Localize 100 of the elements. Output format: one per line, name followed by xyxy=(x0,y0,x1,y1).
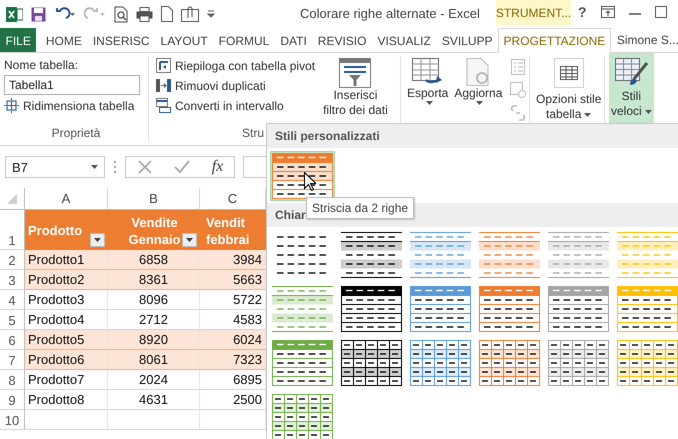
ribbon-tab[interactable]: SVILUPP xyxy=(436,28,498,52)
table-style-thumbnail[interactable] xyxy=(477,284,542,334)
check-icon xyxy=(174,159,190,175)
table-style-options-button[interactable]: Opzioni stile tabella xyxy=(534,56,604,122)
table-style-thumbnail[interactable] xyxy=(339,284,404,334)
attachment-icon[interactable] xyxy=(181,6,199,22)
ribbon-tab[interactable]: PROGETTAZIONE xyxy=(498,28,611,53)
caret-icon xyxy=(426,101,433,105)
ribbon-display-icon[interactable] xyxy=(600,6,615,18)
caret-icon xyxy=(644,110,652,114)
table-style-thumbnail[interactable] xyxy=(408,284,473,334)
table-style-thumbnail[interactable] xyxy=(546,338,611,388)
filter-button[interactable] xyxy=(90,233,105,247)
table-style-thumbnail[interactable] xyxy=(408,338,473,388)
undo-icon[interactable] xyxy=(54,7,76,21)
table-style-thumbnail[interactable] xyxy=(339,230,404,280)
ribbon-tab[interactable]: LAYOUT xyxy=(155,28,214,52)
table-cell: 7323 xyxy=(200,350,266,370)
table-cell: 6024 xyxy=(200,330,266,350)
caret-icon xyxy=(94,238,101,242)
open-in-browser-icon xyxy=(510,82,526,98)
pivot-table-icon xyxy=(156,58,171,73)
table-style-thumbnail[interactable] xyxy=(339,338,404,388)
filter-button[interactable] xyxy=(182,233,197,247)
group-label: Stru xyxy=(242,126,264,142)
print-preview-icon[interactable] xyxy=(114,6,128,22)
column-header[interactable]: C xyxy=(200,188,266,210)
row-header[interactable]: 8 xyxy=(0,370,25,390)
row-header[interactable]: 10 xyxy=(0,410,25,430)
printer-icon[interactable] xyxy=(136,6,153,22)
account-name[interactable]: Simone S... xyxy=(610,28,678,52)
table-cell: Prodotto1 xyxy=(25,250,108,270)
table-cell: 6858 xyxy=(108,250,200,270)
table-style-thumbnail[interactable] xyxy=(270,151,335,201)
table-style-thumbnail[interactable] xyxy=(270,284,335,334)
excel-logo-icon xyxy=(6,6,23,22)
resize-table-button[interactable]: Ridimensiona tabella xyxy=(4,98,134,113)
customize-icon[interactable] xyxy=(207,10,215,18)
insert-function-button[interactable]: fx xyxy=(212,158,224,176)
dropdown-icon xyxy=(91,165,98,169)
ribbon-command[interactable]: Converti in intervallo xyxy=(156,98,316,113)
table-cell: 5663 xyxy=(200,270,266,290)
table-style-thumbnail[interactable] xyxy=(615,230,678,280)
table-cell: 8096 xyxy=(108,290,200,310)
ribbon-tab[interactable]: DATI xyxy=(274,28,312,52)
remove-duplicates-icon xyxy=(156,78,171,93)
table-export-icon xyxy=(412,58,444,86)
row-header[interactable]: 5 xyxy=(0,310,25,330)
table-cell: 8920 xyxy=(108,330,200,350)
table-icon xyxy=(554,58,584,88)
refresh-button[interactable]: Aggiorna xyxy=(452,56,504,122)
resize-icon xyxy=(4,98,19,113)
table-style-thumbnail[interactable] xyxy=(270,338,335,388)
table-cell: 3984 xyxy=(200,250,266,270)
table-cell: 4631 xyxy=(108,390,200,410)
row-header[interactable]: 9 xyxy=(0,390,25,410)
table-name-field[interactable]: Tabella1 xyxy=(4,75,140,95)
table-style-thumbnail[interactable] xyxy=(615,338,678,388)
export-button[interactable]: Esporta xyxy=(405,56,450,122)
ribbon-tab[interactable]: INSERISC xyxy=(87,28,156,52)
row-header[interactable]: 4 xyxy=(0,290,25,310)
table-style-thumbnail[interactable] xyxy=(615,284,678,334)
save-icon[interactable] xyxy=(31,6,46,22)
unlink-icon xyxy=(510,105,526,121)
ribbon-tab[interactable]: HOME xyxy=(40,28,88,52)
ribbon-tab[interactable]: REVISIO xyxy=(312,28,372,52)
insert-slicer-button[interactable]: Inserisci filtro dei dati xyxy=(321,56,390,118)
column-header[interactable]: B xyxy=(108,188,200,210)
ribbon-tab[interactable]: VISUALIZ xyxy=(372,28,436,52)
table-cell: Prodotto2 xyxy=(25,270,108,290)
document-refresh-icon xyxy=(465,58,492,86)
group-label: Proprietà xyxy=(52,126,100,142)
caret-icon xyxy=(186,238,193,242)
header-text: Vendite Gennaio xyxy=(128,214,180,248)
table-cell: 8361 xyxy=(108,270,200,290)
table-style-thumbnail[interactable] xyxy=(270,392,335,439)
table-style-thumbnail[interactable] xyxy=(546,284,611,334)
grip-icon xyxy=(113,159,117,175)
table-cell: Prodotto6 xyxy=(25,350,108,370)
ribbon-tab[interactable]: FORMUL xyxy=(213,28,275,52)
header-text: Prodotto xyxy=(28,222,82,238)
ribbon-tab[interactable]: FILE xyxy=(0,28,36,52)
section-title: Chiar xyxy=(275,208,306,222)
table-style-thumbnail[interactable] xyxy=(408,230,473,280)
quick-styles-button[interactable]: Stili veloci xyxy=(609,53,654,123)
new-document-icon[interactable] xyxy=(161,6,173,22)
ribbon-command[interactable]: Rimuovi duplicati xyxy=(156,78,316,93)
field-label: Nome tabella: xyxy=(4,58,78,72)
column-header[interactable]: A xyxy=(25,188,108,210)
table-style-thumbnail[interactable] xyxy=(477,230,542,280)
table-cell: 2024 xyxy=(108,370,200,390)
maximize-icon[interactable] xyxy=(654,6,667,18)
name-box[interactable]: B7 xyxy=(5,156,105,178)
table-cell: Prodotto7 xyxy=(25,370,108,390)
table-cell: Prodotto3 xyxy=(25,290,108,310)
help-button[interactable]: ? xyxy=(578,4,587,20)
ribbon-command[interactable]: Riepiloga con tabella pivot xyxy=(156,58,316,73)
table-style-thumbnail[interactable] xyxy=(477,338,542,388)
table-style-thumbnail[interactable] xyxy=(546,230,611,280)
caret-icon xyxy=(476,101,484,105)
